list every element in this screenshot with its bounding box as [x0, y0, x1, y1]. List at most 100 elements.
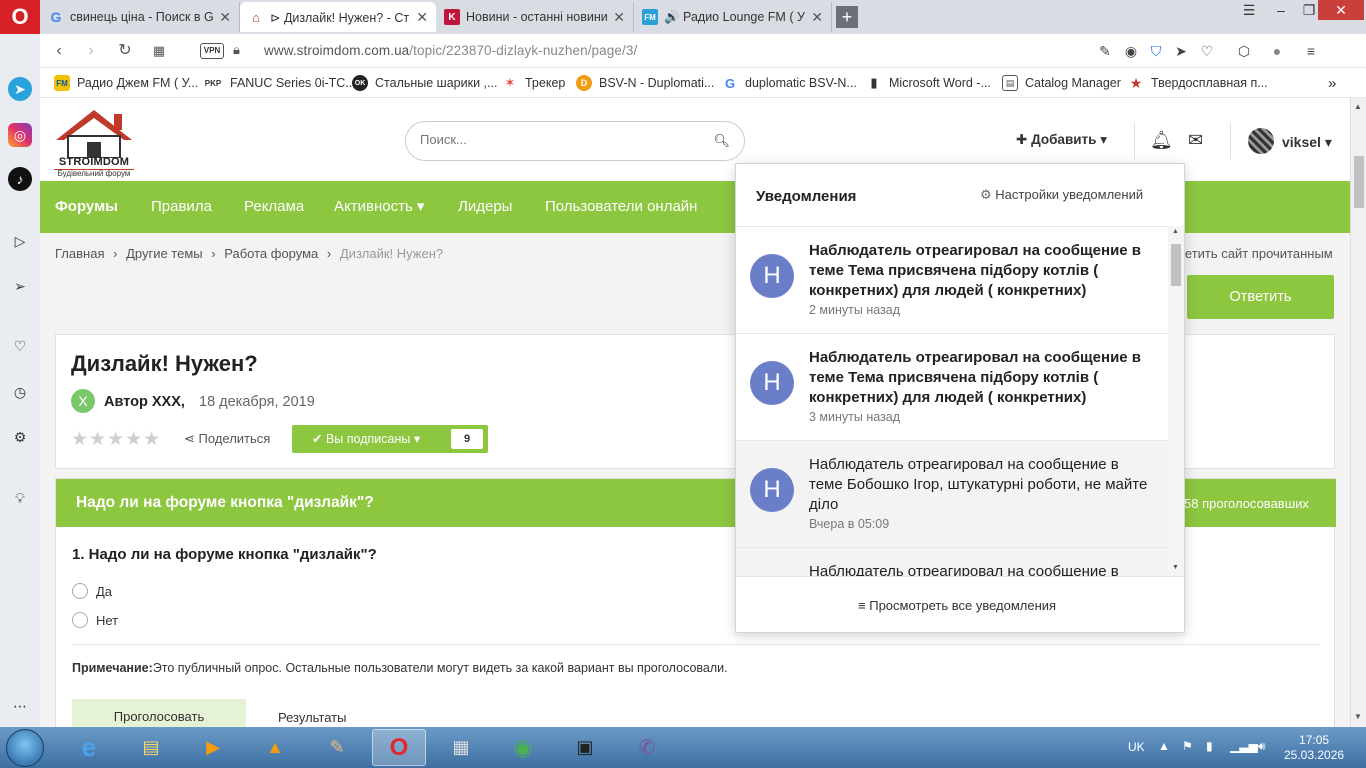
new-tab-button[interactable]: +: [836, 6, 858, 28]
notification-item[interactable]: Н Наблюдатель отреагировал на сообщение …: [736, 441, 1168, 548]
avatar[interactable]: [1248, 128, 1274, 154]
floppy-icon[interactable]: ▣: [558, 729, 612, 766]
notification-settings-link[interactable]: ⚙ Настройки уведомлений: [980, 187, 1143, 203]
tabs-grid-icon[interactable]: ▦: [144, 34, 174, 68]
camera-icon[interactable]: ◉: [1122, 42, 1140, 60]
instagram-icon[interactable]: ◎: [8, 123, 32, 147]
heart-icon[interactable]: ♡: [1198, 42, 1216, 60]
start-button[interactable]: [6, 729, 44, 767]
send-icon[interactable]: ➢: [8, 274, 32, 298]
bookmark-item[interactable]: PKP FANUC Series 0i-TC...: [203, 74, 356, 92]
user-menu[interactable]: viksel ▾: [1282, 134, 1332, 151]
scroll-up-icon[interactable]: ▲: [1172, 228, 1179, 235]
notification-scrollbar[interactable]: ▲ ▼: [1168, 226, 1184, 576]
nav-leaders[interactable]: Лидеры: [458, 181, 512, 233]
poll-option-no[interactable]: Нет: [72, 612, 118, 628]
nav-forums[interactable]: Форумы: [55, 181, 118, 233]
history-icon[interactable]: ◷: [8, 380, 32, 404]
opera-logo-icon[interactable]: O: [0, 0, 40, 34]
scrollbar-thumb[interactable]: [1354, 156, 1364, 208]
volume-icon[interactable]: 🔊︎: [1258, 739, 1266, 754]
author-avatar[interactable]: X: [71, 389, 95, 413]
tab-news[interactable]: K Новини - останні новини ✕: [436, 2, 634, 32]
explorer-folder-icon[interactable]: ▤: [124, 729, 178, 766]
tab-stroimdom-active[interactable]: ⌂ ⊳ Дизлайк! Нужен? - Стра ✕: [240, 2, 436, 32]
telegram-icon[interactable]: ➤: [8, 77, 32, 101]
player-icon[interactable]: ▷: [8, 229, 32, 253]
share-button[interactable]: ⋖ Поделиться: [184, 431, 270, 447]
radio-yes[interactable]: [72, 583, 88, 599]
bookmark-item[interactable]: OK Стальные шарики ,...: [352, 74, 497, 92]
breadcrumb-other[interactable]: Другие темы: [126, 246, 203, 261]
breadcrumb-forum-work[interactable]: Работа форума: [224, 246, 318, 261]
bookmark-item[interactable]: ▤ Catalog Manager: [1002, 74, 1121, 92]
reply-button[interactable]: Ответить: [1187, 275, 1334, 319]
flag-icon[interactable]: ⚑: [1182, 739, 1193, 753]
rating-stars[interactable]: ★★★★★: [71, 428, 161, 451]
bell-icon[interactable]: 🔔︎: [1150, 130, 1173, 151]
nav-online-users[interactable]: Пользователи онлайн: [545, 181, 697, 233]
media-player-icon[interactable]: ▶: [186, 729, 240, 766]
calculator-icon[interactable]: ▦: [434, 729, 488, 766]
close-window-button[interactable]: ✕: [1318, 0, 1364, 20]
network-icon[interactable]: ▁▃▅: [1230, 739, 1258, 753]
bookmark-item[interactable]: Gduplomatic BSV-N...: [722, 74, 857, 92]
nav-rules[interactable]: Правила: [151, 181, 212, 233]
lock-icon[interactable]: 🔒︎: [233, 42, 240, 58]
forward-button[interactable]: ›: [76, 34, 106, 68]
nav-activity[interactable]: Активность ▾: [334, 181, 424, 233]
vlc-icon[interactable]: ▲: [248, 729, 302, 766]
add-dropdown-button[interactable]: ✚ Добавить ▾: [1016, 132, 1107, 148]
mail-icon[interactable]: ✉: [1188, 130, 1203, 151]
scroll-down-icon[interactable]: ▼: [1354, 712, 1362, 721]
scroll-up-icon[interactable]: ▲: [1354, 102, 1362, 111]
settings-icon[interactable]: ⚙: [8, 425, 32, 449]
bookmark-item[interactable]: FM Радио Джем FM ( У...: [54, 74, 198, 92]
menu-icon[interactable]: ≡: [1302, 42, 1320, 60]
tab-google-search[interactable]: G свинець ціна - Поиск в Go ✕: [40, 2, 240, 32]
nav-ads[interactable]: Реклама: [244, 181, 304, 233]
view-all-notifications-link[interactable]: ≡ Просмотреть все уведомления: [858, 598, 1056, 613]
subscribe-button[interactable]: ✔ Вы подписаны ▾ 9: [292, 425, 488, 453]
notification-item[interactable]: Н Наблюдатель отреагировал на сообщение …: [736, 227, 1168, 334]
reload-icon[interactable]: ↻: [110, 34, 140, 68]
tiktok-icon[interactable]: ♪: [8, 167, 32, 191]
search-icon[interactable]: 🔍︎: [713, 133, 730, 149]
more-icon[interactable]: ⋯: [8, 694, 32, 718]
vpn-badge[interactable]: VPN: [200, 43, 224, 59]
scroll-down-icon[interactable]: ▼: [1172, 564, 1179, 571]
viber-icon[interactable]: ✆: [620, 729, 674, 766]
notification-item[interactable]: Наблюдатель отреагировал на сообщение в: [736, 548, 1168, 576]
shield-icon[interactable]: ⛉: [1147, 42, 1165, 60]
page-scrollbar[interactable]: ▲ ▼: [1350, 98, 1366, 727]
send-icon[interactable]: ➤: [1172, 42, 1190, 60]
chrome-icon[interactable]: ◉: [496, 729, 550, 766]
lightbulb-icon[interactable]: 💡︎: [8, 486, 32, 510]
bookmark-item[interactable]: D BSV-N - Duplomati...: [576, 74, 714, 92]
mark-site-read-link[interactable]: тметить сайт прочитанным: [1170, 246, 1333, 261]
breadcrumb-home[interactable]: Главная: [55, 246, 104, 261]
heart-icon[interactable]: ♡: [8, 334, 32, 358]
cube-icon[interactable]: ⬡: [1235, 42, 1253, 60]
close-tab-icon[interactable]: ✕: [219, 9, 231, 26]
opera-taskbar-icon[interactable]: O: [372, 729, 426, 766]
url-field[interactable]: www.stroimdom.com.ua/topic/223870-dizlay…: [264, 43, 637, 58]
bookmark-item[interactable]: ▮ Microsoft Word -...: [866, 74, 990, 92]
back-button[interactable]: ‹: [44, 34, 74, 68]
tab-lounge-fm[interactable]: FM 🔊 Радио Lounge FM ( Укр ✕: [634, 2, 832, 32]
radio-no[interactable]: [72, 612, 88, 628]
scrollbar-thumb[interactable]: [1171, 244, 1181, 286]
close-tab-icon[interactable]: ✕: [811, 9, 823, 26]
bookmark-item[interactable]: ★ Твердосплавная п...: [1128, 74, 1268, 92]
tray-expand-icon[interactable]: ▲: [1158, 739, 1170, 753]
poll-option-yes[interactable]: Да: [72, 583, 112, 599]
bookmark-item[interactable]: ✶ Трекер: [502, 74, 566, 92]
results-tab[interactable]: Результаты: [278, 710, 346, 725]
close-tab-icon[interactable]: ✕: [613, 9, 625, 26]
profile-icon[interactable]: ●: [1268, 42, 1286, 60]
edit-icon[interactable]: ✎: [1096, 42, 1114, 60]
paint-icon[interactable]: ✎: [310, 729, 364, 766]
stroimdom-logo[interactable]: STROIMDOM Будівельний форум: [54, 106, 134, 178]
bookmarks-more-button[interactable]: »: [1328, 74, 1336, 92]
language-indicator[interactable]: UK: [1128, 740, 1145, 754]
